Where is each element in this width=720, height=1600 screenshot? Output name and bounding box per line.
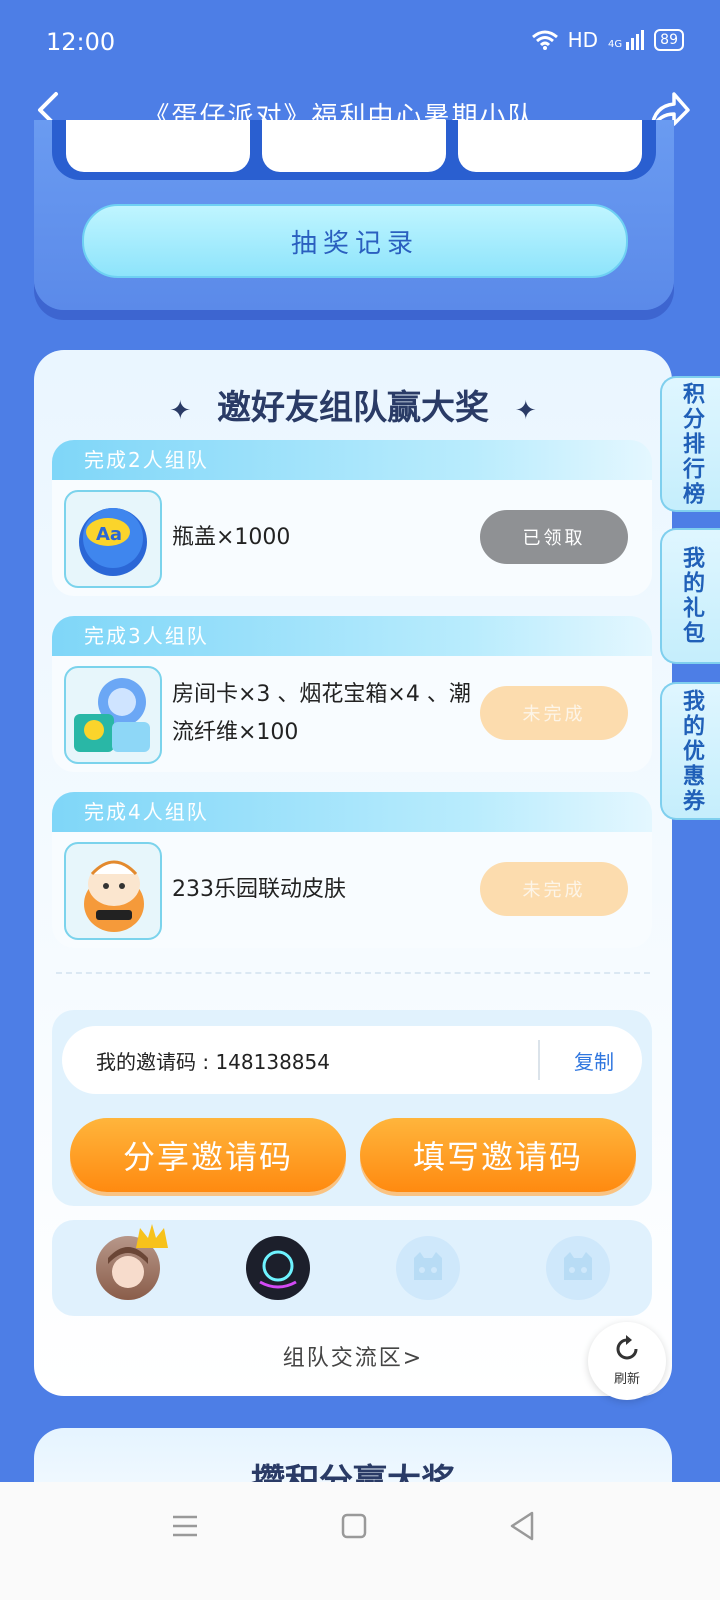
- lottery-tile: [66, 120, 250, 172]
- tier-heading: 完成3人组队: [52, 616, 652, 656]
- reward-text: 233乐园联动皮肤: [172, 877, 346, 902]
- status-bar: 12:00 HD 4G 89: [0, 0, 720, 84]
- lottery-tile: [458, 120, 642, 172]
- sparkle-icon: ✦: [514, 396, 537, 426]
- empty-slot-icon[interactable]: [396, 1236, 460, 1300]
- invite-code-row: 我的邀请码 : 148138854 复制: [62, 1026, 642, 1094]
- section-divider: [56, 972, 650, 974]
- menu-icon[interactable]: [170, 1512, 200, 1540]
- side-tab-my-coupons[interactable]: 我的优惠券: [660, 682, 720, 820]
- gift-box-icon: [64, 666, 162, 764]
- refresh-label: 刷新: [613, 1372, 640, 1387]
- copy-button[interactable]: 复制: [574, 1026, 614, 1094]
- lottery-record-button[interactable]: 抽奖记录: [82, 204, 628, 278]
- battery-icon: 89: [654, 29, 684, 51]
- divider: [538, 1040, 540, 1080]
- invite-section-title: ✦ 邀好友组队赢大奖 ✦: [34, 380, 672, 429]
- tier-body: 233乐园联动皮肤 未完成: [52, 832, 652, 948]
- tier-body: 房间卡×3 、烟花宝箱×4 、潮流纤维×100 未完成: [52, 656, 652, 772]
- invite-code-label: 我的邀请码 : 148138854: [96, 1049, 330, 1074]
- side-tab-my-gifts[interactable]: 我的礼包: [660, 528, 720, 664]
- invite-title-text: 邀好友组队赢大奖: [217, 388, 489, 428]
- signal-label: 4G: [608, 39, 623, 50]
- side-tab-leaderboard[interactable]: 积分排行榜: [660, 376, 720, 512]
- share-invite-code-button[interactable]: 分享邀请码: [70, 1118, 346, 1192]
- team-forum-link[interactable]: 组队交流区>: [34, 1340, 672, 1372]
- refresh-icon: [616, 1335, 638, 1360]
- system-nav-bar: [0, 1482, 720, 1600]
- team-tier: 完成2人组队 Aa 瓶盖×1000 已领取: [52, 440, 652, 596]
- avatar[interactable]: [246, 1236, 310, 1300]
- reward-text: 房间卡×3 、烟花宝箱×4 、潮流纤维×100: [172, 682, 471, 745]
- wifi-icon: [531, 30, 558, 50]
- empty-slot-icon[interactable]: [546, 1236, 610, 1300]
- back-nav-icon[interactable]: [508, 1510, 536, 1542]
- refresh-button[interactable]: 刷新: [588, 1322, 666, 1400]
- incomplete-button[interactable]: 未完成: [480, 686, 628, 740]
- signal-icon: 4G: [608, 30, 645, 50]
- fill-invite-code-button[interactable]: 填写邀请码: [360, 1118, 636, 1192]
- tier-body: Aa 瓶盖×1000 已领取: [52, 480, 652, 596]
- reward-text: 瓶盖×1000: [172, 525, 291, 550]
- status-time: 12:00: [46, 28, 116, 56]
- network-type: HD: [567, 28, 599, 52]
- character-skin-icon: [64, 842, 162, 940]
- svg-text:Aa: Aa: [96, 524, 122, 545]
- lottery-tile: [262, 120, 446, 172]
- bottle-cap-icon: Aa: [64, 490, 162, 588]
- battery-level: 89: [660, 32, 678, 48]
- crown-icon: [136, 1224, 168, 1248]
- home-icon[interactable]: [340, 1512, 368, 1540]
- incomplete-button[interactable]: 未完成: [480, 862, 628, 916]
- team-tier: 完成3人组队 房间卡×3 、烟花宝箱×4 、潮流纤维×100 未完成: [52, 616, 652, 772]
- claimed-button[interactable]: 已领取: [480, 510, 628, 564]
- sparkle-icon: ✦: [169, 396, 192, 426]
- tier-heading: 完成2人组队: [52, 440, 652, 480]
- tier-heading: 完成4人组队: [52, 792, 652, 832]
- team-tier: 完成4人组队 233乐园联动皮肤 未完成: [52, 792, 652, 948]
